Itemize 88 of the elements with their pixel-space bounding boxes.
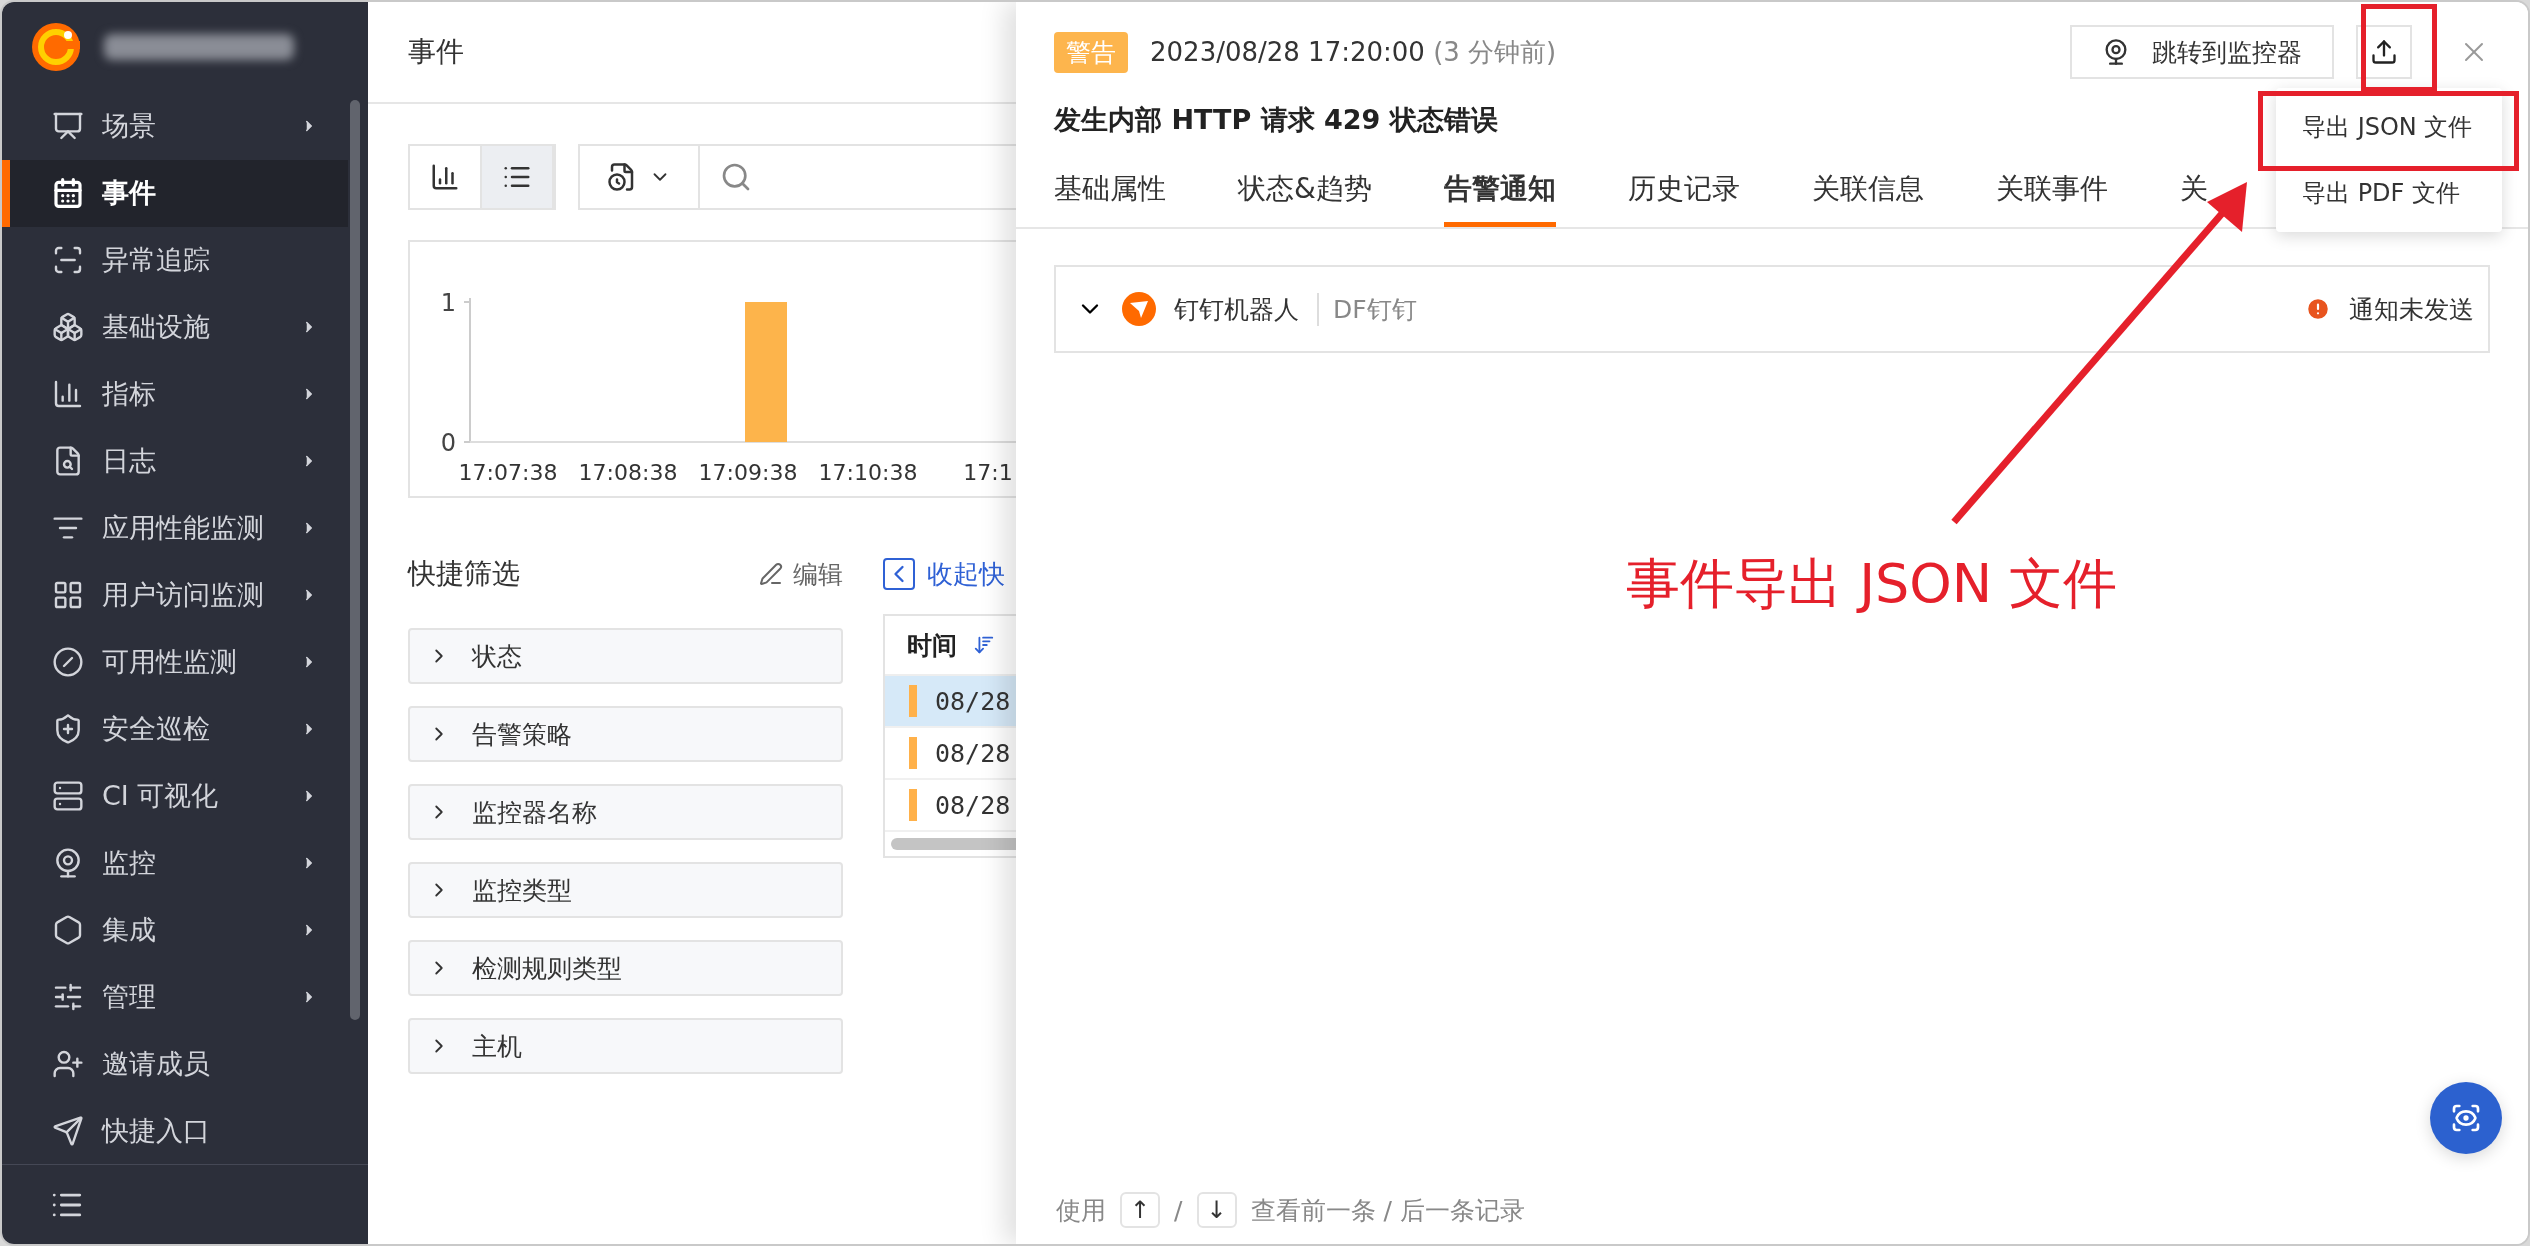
hexagon-icon: [52, 913, 84, 946]
table-cell: 08/28: [935, 738, 1011, 768]
notification-card[interactable]: 钉钉机器人 DF钉钉 通知未发送: [1054, 265, 2490, 353]
tab[interactable]: 关联事件: [1995, 170, 2108, 227]
jump-button[interactable]: 跳转到监控器: [2070, 25, 2334, 79]
scrollbar[interactable]: [350, 100, 360, 1020]
filter-label: 告警策略: [472, 718, 572, 751]
sort-icon: [973, 634, 995, 656]
pen-icon: [759, 562, 783, 586]
collapse-link[interactable]: 收起快: [883, 550, 1016, 598]
export-button[interactable]: [2356, 25, 2412, 79]
filter-label: 主机: [472, 1030, 522, 1063]
section-title: 快捷筛选: [408, 556, 521, 592]
annotation-text: 事件导出 JSON 文件: [1626, 551, 2118, 617]
bar-chart-icon: [430, 162, 460, 192]
sidebar-item[interactable]: 快捷入口: [2, 1097, 348, 1165]
sidebar-item[interactable]: 安全巡检: [2, 695, 348, 763]
filter-item[interactable]: 检测规则类型: [408, 940, 843, 996]
axis-label: 17:07:38: [458, 460, 558, 485]
edit-button[interactable]: 编辑: [759, 557, 843, 591]
key-cap: ↓: [1196, 1192, 1237, 1228]
slashed-circle-icon: [52, 645, 84, 678]
filter-label: 检测规则类型: [472, 952, 622, 985]
channel-type: DF钉钉: [1317, 292, 2287, 326]
key-cap: ↑: [1120, 1192, 1161, 1228]
menu-item[interactable]: 导出 JSON 文件: [2276, 94, 2502, 160]
filter-item[interactable]: 告警策略: [408, 706, 843, 762]
calendar-icon: [52, 177, 84, 210]
logo-icon: [30, 21, 82, 74]
sidebar-item[interactable]: 日志: [2, 427, 348, 495]
status-marker: [909, 685, 917, 717]
axis-label: 17:09:38: [698, 460, 798, 485]
tab[interactable]: 告警通知: [1443, 170, 1556, 227]
view-toggle[interactable]: [482, 146, 554, 208]
filter-label: 状态: [472, 640, 522, 673]
tab[interactable]: 状态&趋势: [1238, 170, 1372, 227]
boxes-icon: [52, 311, 84, 343]
menu-item[interactable]: 导出 PDF 文件: [2276, 160, 2502, 226]
sidebar-item[interactable]: 异常追踪: [2, 226, 348, 294]
scan-icon: [2450, 1102, 2482, 1134]
hint-text: /: [1174, 1195, 1183, 1225]
alert-icon: [2305, 296, 2331, 322]
sidebar-item[interactable]: 基础设施: [2, 293, 348, 361]
page-title: 事件: [408, 34, 464, 70]
table-row[interactable]: 08/28: [885, 676, 1016, 728]
server-icon: [52, 779, 84, 812]
filter-label: 监控器名称: [472, 796, 597, 829]
sidebar-item[interactable]: 可用性监测: [2, 628, 348, 696]
axis-label: 0: [440, 428, 456, 457]
filter-item[interactable]: 监控器名称: [408, 784, 843, 840]
channel-name: 钉钉机器人: [1174, 293, 1299, 326]
sidebar-item[interactable]: CI 可视化: [2, 762, 348, 830]
floating-action-button[interactable]: [2430, 1082, 2502, 1154]
sidebar-item[interactable]: 用户访问监测: [2, 561, 348, 629]
event-time: 2023/08/28 17:20:00 (3 分钟前): [1150, 35, 1558, 69]
panel-collapse-icon: [883, 558, 915, 590]
sidebar-item[interactable]: 指标: [2, 360, 348, 428]
status-marker: [909, 789, 917, 821]
filter-item[interactable]: 状态: [408, 628, 843, 684]
hint-text: 使用: [1056, 1194, 1106, 1227]
sidebar-item[interactable]: 事件: [2, 159, 348, 227]
sidebar-item[interactable]: 集成: [2, 896, 348, 964]
axis-label: 17:08:38: [578, 460, 678, 485]
axis-label: 1: [440, 288, 456, 317]
filter-label: 监控类型: [472, 874, 572, 907]
filter-item[interactable]: 主机: [408, 1018, 843, 1074]
sidebar-item[interactable]: 管理: [2, 963, 348, 1031]
bot-logo-icon: [1122, 292, 1156, 326]
export-icon: [2370, 38, 2398, 66]
tab[interactable]: 关联信息: [1811, 170, 1924, 227]
hint-text: 查看前一条 / 后一条记录: [1250, 1194, 1525, 1227]
tab[interactable]: 基础属性: [1054, 170, 1166, 227]
table-cell: 08/28: [935, 686, 1011, 716]
paper-plane-icon: [52, 1114, 84, 1147]
severity-tag: 警告: [1054, 31, 1128, 73]
sidebar-item[interactable]: 监控: [2, 829, 348, 897]
notification-status: 通知未发送: [2349, 293, 2474, 326]
tab[interactable]: 关: [2179, 170, 2208, 227]
sidebar-item[interactable]: 场景: [2, 92, 348, 160]
axis-label: 17:1: [963, 460, 1013, 485]
event-title: 发生内部 HTTP 请求 429 状态错误: [1054, 103, 1498, 137]
sidebar-item[interactable]: 应用性能监测: [2, 494, 348, 562]
sidebar-item[interactable]: 邀请成员: [2, 1030, 348, 1098]
axis-label: 17:10:38: [818, 460, 918, 485]
filter-item[interactable]: 监控类型: [408, 862, 843, 918]
status-marker: [909, 737, 917, 769]
tab[interactable]: 历史记录: [1627, 170, 1740, 227]
table-cell: 08/28: [935, 790, 1011, 820]
